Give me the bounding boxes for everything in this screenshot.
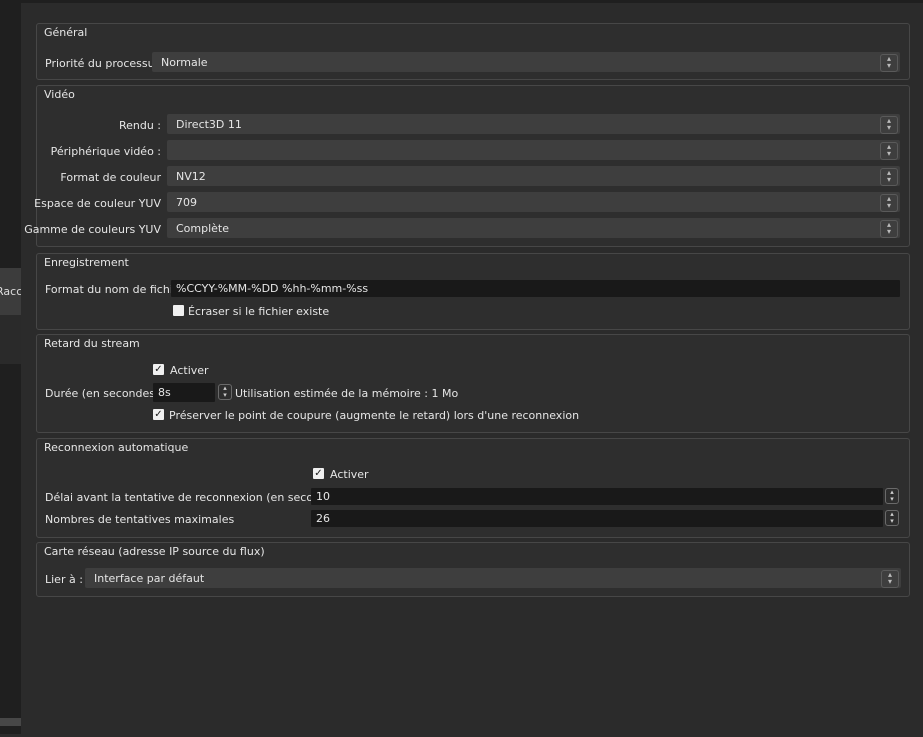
updown-chevron-icon: ▴ ▾	[880, 116, 898, 134]
bind-ip-value: Interface par défaut	[94, 572, 205, 585]
advanced-settings-panel: Général Priorité du processus Normale ▴ ▾…	[21, 0, 923, 737]
delay-duration-label: Durée (en secondes)	[45, 387, 160, 400]
renderer-value: Direct3D 11	[176, 118, 242, 131]
renderer-select[interactable]: Direct3D 11 ▴ ▾	[167, 114, 900, 134]
overwrite-label: Écraser si le fichier existe	[188, 305, 330, 318]
updown-chevron-icon: ▴ ▾	[880, 54, 898, 72]
updown-chevron-icon: ▴ ▾	[881, 570, 899, 588]
stream-delay-enable-label: Activer	[170, 364, 209, 377]
delay-duration-value: 8s	[158, 386, 171, 399]
updown-chevron-icon[interactable]: ▴ ▾	[885, 510, 899, 526]
color-format-label: Format de couleur	[60, 171, 161, 184]
updown-chevron-icon[interactable]: ▴ ▾	[885, 488, 899, 504]
memory-estimate-text: Utilisation estimée de la mémoire : 1 Mo	[235, 387, 459, 400]
check-icon: ✓	[154, 409, 163, 420]
group-title: Carte réseau (adresse IP source du flux)	[44, 545, 265, 558]
video-device-select[interactable]: ▴ ▾	[167, 140, 900, 160]
max-retries-value: 26	[316, 512, 330, 525]
settings-category-list: Raccourcis clavier	[0, 0, 21, 734]
color-format-value: NV12	[176, 170, 206, 183]
video-device-label: Périphérique vidéo :	[50, 145, 161, 158]
group-title: Retard du stream	[44, 337, 140, 350]
filename-format-input[interactable]: %CCYY-%MM-%DD %hh-%mm-%ss	[171, 280, 900, 297]
group-auto-reconnect: Reconnexion automatique ✓ Activer Délai …	[36, 438, 910, 538]
bind-ip-label: Lier à :	[45, 573, 83, 586]
reconnect-delay-label: Délai avant la tentative de reconnexion …	[45, 491, 344, 504]
yuv-range-label: Gamme de couleurs YUV	[24, 223, 161, 236]
renderer-label: Rendu :	[118, 119, 161, 132]
updown-chevron-icon: ▴ ▾	[880, 168, 898, 186]
group-general: Général Priorité du processus Normale ▴ ▾	[36, 23, 910, 80]
group-recording: Enregistrement Format du nom de fichier …	[36, 253, 910, 330]
group-title: Reconnexion automatique	[44, 441, 189, 454]
process-priority-value: Normale	[161, 56, 208, 69]
color-format-select[interactable]: NV12 ▴ ▾	[167, 166, 900, 186]
delay-duration-input[interactable]: 8s	[153, 383, 215, 402]
preserve-cutpoint-checkbox[interactable]: ✓	[153, 409, 164, 420]
group-video: Vidéo Rendu : Direct3D 11 ▴ ▾ Périphériqu…	[24, 85, 910, 247]
sidebar-item[interactable]	[0, 315, 21, 364]
group-title: Vidéo	[44, 88, 75, 101]
filename-format-label: Format du nom de fichier	[45, 283, 185, 296]
yuv-range-value: Complète	[176, 222, 230, 235]
reconnect-enable-label: Activer	[330, 468, 369, 481]
bind-ip-select[interactable]: Interface par défaut ▴ ▾	[85, 568, 901, 588]
sidebar-item-selected[interactable]: Raccourcis clavier	[0, 268, 21, 315]
updown-chevron-icon[interactable]: ▴ ▾	[218, 384, 232, 400]
group-stream-delay: Retard du stream ✓ Activer Durée (en sec…	[36, 334, 910, 433]
overwrite-checkbox[interactable]	[173, 305, 184, 316]
yuv-space-label: Espace de couleur YUV	[34, 197, 161, 210]
horizontal-scrollbar[interactable]	[0, 718, 21, 726]
reconnect-enable-checkbox[interactable]: ✓	[313, 468, 324, 479]
sidebar-item-label: Raccourcis clavier	[0, 285, 21, 298]
updown-chevron-icon: ▴ ▾	[880, 220, 898, 238]
updown-chevron-icon: ▴ ▾	[880, 142, 898, 160]
group-title: Enregistrement	[44, 256, 129, 269]
group-title: Général	[44, 26, 88, 39]
check-icon: ✓	[314, 468, 323, 479]
reconnect-delay-value: 10	[316, 490, 330, 503]
max-retries-label: Nombres de tentatives maximales	[45, 513, 235, 526]
process-priority-label: Priorité du processus	[45, 57, 161, 70]
check-icon: ✓	[154, 364, 163, 375]
filename-format-value: %CCYY-%MM-%DD %hh-%mm-%ss	[176, 282, 369, 295]
stream-delay-enable-checkbox[interactable]: ✓	[153, 364, 164, 375]
updown-chevron-icon: ▴ ▾	[880, 194, 898, 212]
yuv-space-select[interactable]: 709 ▴ ▾	[167, 192, 900, 212]
yuv-space-value: 709	[176, 196, 197, 209]
max-retries-input[interactable]: 26	[311, 510, 883, 527]
yuv-range-select[interactable]: Complète ▴ ▾	[167, 218, 900, 238]
preserve-cutpoint-label: Préserver le point de coupure (augmente …	[169, 409, 580, 422]
group-network: Carte réseau (adresse IP source du flux)…	[36, 542, 910, 597]
process-priority-select[interactable]: Normale ▴ ▾	[152, 52, 900, 72]
reconnect-delay-input[interactable]: 10	[311, 488, 883, 505]
